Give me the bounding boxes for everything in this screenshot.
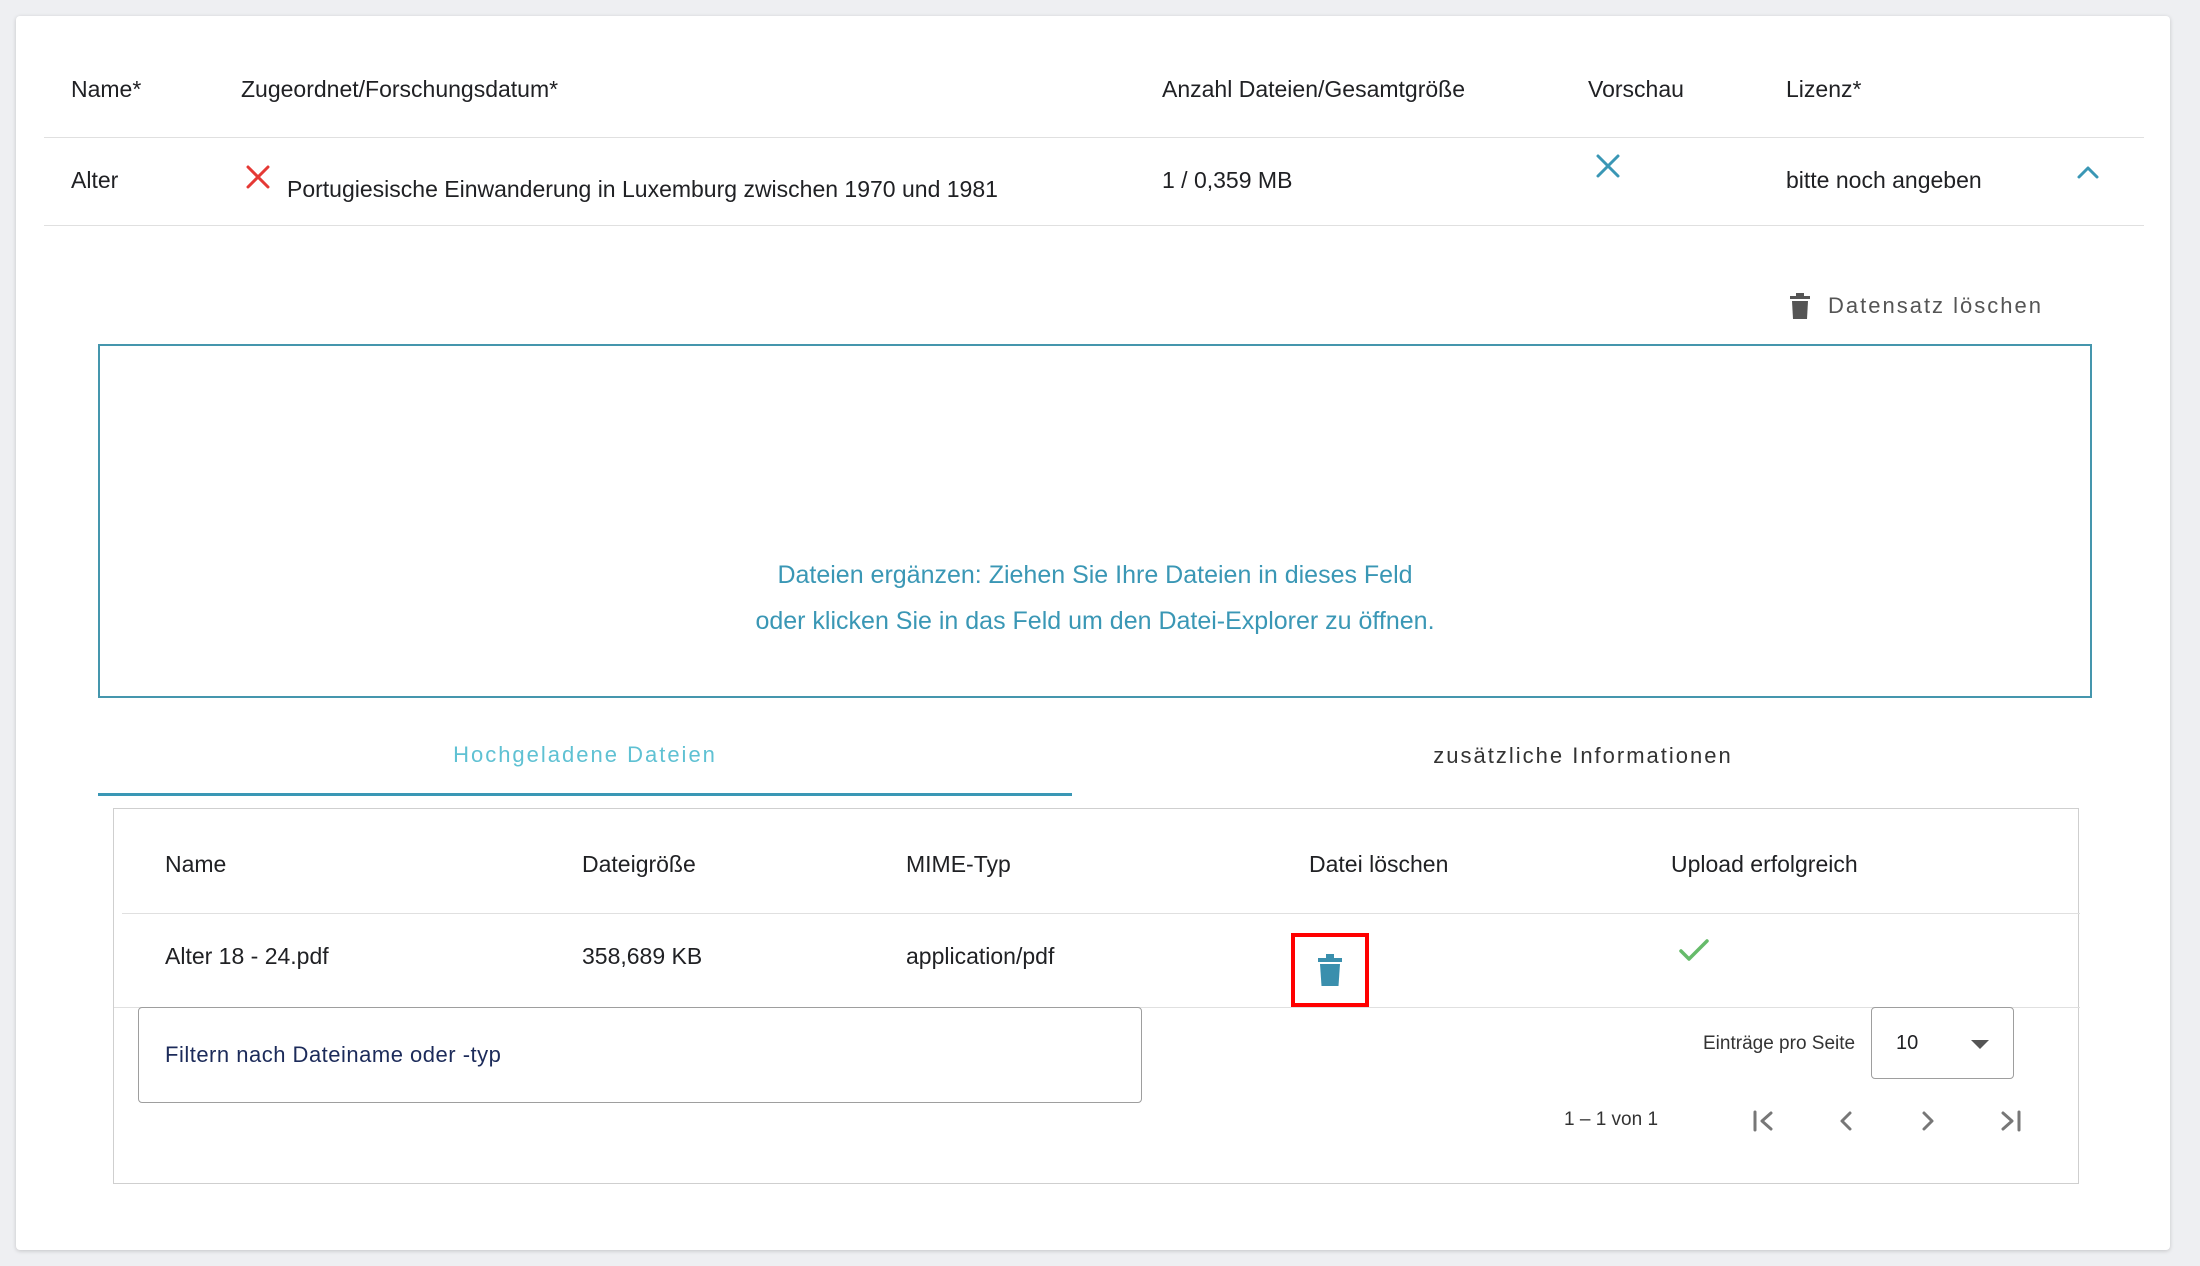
trash-icon (1790, 293, 1810, 319)
files-header-divider (122, 913, 2080, 914)
header-divider (44, 137, 2144, 138)
dropzone-line-1: Dateien ergänzen: Ziehen Sie Ihre Dateie… (777, 561, 1413, 589)
delete-record-button[interactable]: Datensatz löschen (1790, 284, 2043, 328)
file-dropzone[interactable]: Dateien ergänzen: Ziehen Sie Ihre Dateie… (98, 344, 2092, 698)
range-label: 1 – 1 von 1 (1564, 1109, 1659, 1130)
record-assigned[interactable]: Portugiesische Einwanderung in Luxemburg… (287, 176, 998, 203)
record-name: Alter (71, 167, 119, 193)
preview-close-icon[interactable] (1595, 153, 1621, 184)
tab-uploaded-files[interactable]: Hochgeladene Dateien (98, 716, 1072, 796)
chevron-down-icon (1971, 1040, 1989, 1049)
record-card: Name* Zugeordnet/Forschungsdatum* Anzahl… (16, 16, 2170, 1250)
per-page-label: Einträge pro Seite (1703, 1033, 1856, 1054)
trash-icon (1318, 954, 1342, 986)
first-page-button[interactable] (1744, 1101, 1784, 1141)
file-size: 358,689 KB (582, 943, 703, 969)
files-header-upload: Upload erfolgreich (1671, 851, 1858, 877)
files-table: Name Dateigröße MIME-Typ Datei löschen U… (113, 808, 2080, 1184)
close-icon-red (245, 164, 271, 195)
files-header-name: Name (165, 851, 227, 877)
per-page-select[interactable]: 10 (1871, 1007, 2014, 1079)
header-files: Anzahl Dateien/Gesamtgröße (1162, 76, 1465, 102)
check-icon (1678, 938, 1710, 969)
files-header-size: Dateigröße (582, 851, 696, 877)
next-page-button[interactable] (1908, 1101, 1948, 1141)
delete-file-button[interactable] (1291, 933, 1369, 1007)
chevron-right-icon (1922, 1111, 1934, 1131)
files-header-delete: Datei löschen (1309, 851, 1449, 877)
files-header-mime: MIME-Typ (906, 851, 1011, 877)
filter-placeholder: Filtern nach Dateiname oder -typ (165, 1042, 502, 1067)
header-name: Name* (71, 76, 142, 102)
record-license[interactable]: bitte noch angeben (1786, 167, 1982, 194)
dropzone-line-2: oder klicken Sie in das Feld um den Date… (755, 607, 1435, 635)
prev-page-button[interactable] (1826, 1101, 1866, 1141)
tab-additional-info[interactable]: zusätzliche Informationen (1072, 716, 2094, 796)
header-preview: Vorschau (1588, 76, 1684, 102)
first-page-icon (1753, 1110, 1773, 1132)
last-page-button[interactable] (1990, 1101, 2030, 1141)
delete-record-label: Datensatz löschen (1828, 293, 2043, 318)
header-license: Lizenz* (1786, 76, 1862, 102)
filter-input[interactable]: Filtern nach Dateiname oder -typ (138, 1007, 1142, 1103)
file-name: Alter 18 - 24.pdf (165, 943, 329, 969)
last-page-icon (2001, 1110, 2021, 1132)
file-mime: application/pdf (906, 943, 1055, 969)
record-files: 1 / 0,359 MB (1162, 167, 1293, 193)
per-page-value: 10 (1896, 1031, 1919, 1054)
chevron-left-icon (1840, 1111, 1852, 1131)
row-divider (44, 225, 2144, 226)
header-assigned: Zugeordnet/Forschungsdatum* (241, 76, 559, 102)
chevron-up-icon[interactable] (2076, 164, 2100, 185)
